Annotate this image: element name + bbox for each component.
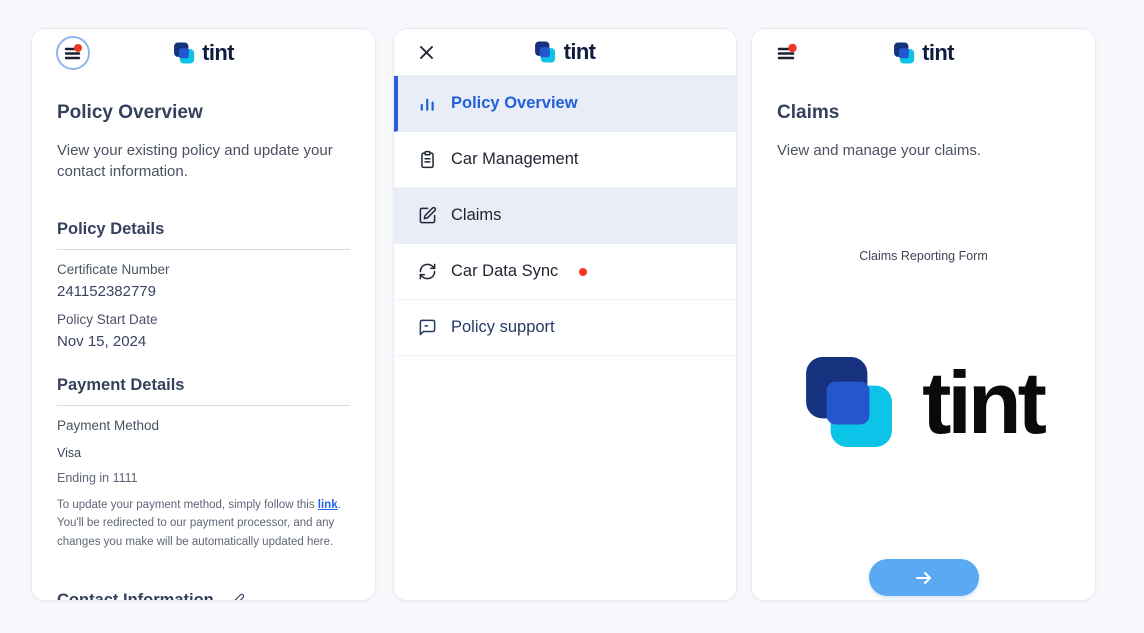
clipboard-icon xyxy=(418,150,437,169)
menu-item-label: Policy support xyxy=(451,318,555,337)
tint-logo-icon xyxy=(535,41,556,63)
page-title: Policy Overview xyxy=(57,102,350,124)
bar-chart-icon xyxy=(418,94,437,113)
sync-icon xyxy=(418,262,437,281)
claims-reporting-form-label: Claims Reporting Form xyxy=(777,249,1070,263)
payment-method-value: Visa xyxy=(57,446,350,460)
menu-item-label: Policy Overview xyxy=(451,94,578,113)
panel-header: tint xyxy=(752,29,1095,76)
field-label: Payment Method xyxy=(57,418,350,433)
navigation-menu-panel: tint Policy Overview Car Management xyxy=(393,28,737,601)
menu-item-label: Car Management xyxy=(451,150,578,169)
policy-details-section: Policy Details Certificate Number 241152… xyxy=(57,220,350,350)
menu-button[interactable] xyxy=(776,43,798,63)
field-value: 241152382779 xyxy=(57,283,350,300)
contact-information-section: Contact Information Host Name xyxy=(57,591,350,601)
field-value: Nov 15, 2024 xyxy=(57,333,350,350)
brand-wordmark: tint xyxy=(564,39,596,65)
payment-details-section: Payment Details Payment Method Visa Endi… xyxy=(57,376,350,552)
notification-dot xyxy=(579,268,587,276)
claims-panel: tint Claims View and manage your claims.… xyxy=(751,28,1096,601)
payment-note: To update your payment method, simply fo… xyxy=(57,496,350,552)
notification-dot xyxy=(74,44,82,52)
page-title: Claims xyxy=(777,102,1070,124)
divider xyxy=(57,405,350,406)
hamburger-icon xyxy=(776,43,798,63)
menu-item-car-management[interactable]: Car Management xyxy=(394,132,736,188)
menu-item-policy-overview[interactable]: Policy Overview xyxy=(394,76,736,132)
forward-arrow-icon xyxy=(914,570,934,586)
hamburger-icon xyxy=(63,43,83,63)
menu-item-policy-support[interactable]: Policy support xyxy=(394,300,736,356)
policy-overview-panel: tint Policy Overview View your existing … xyxy=(31,28,376,601)
page-subtitle: View and manage your claims. xyxy=(777,140,1070,161)
close-menu-button[interactable] xyxy=(418,44,435,61)
divider xyxy=(57,249,350,250)
field-label: Policy Start Date xyxy=(57,312,350,327)
edit-contact-button[interactable] xyxy=(229,593,245,601)
message-icon xyxy=(418,318,437,337)
payment-update-link[interactable]: link xyxy=(318,499,338,511)
panel-header: tint xyxy=(394,29,736,76)
tint-logo: tint xyxy=(893,40,954,66)
close-icon xyxy=(418,44,435,61)
menu-item-car-data-sync[interactable]: Car Data Sync xyxy=(394,244,736,300)
menu-item-label: Claims xyxy=(451,206,501,225)
tint-logo: tint xyxy=(173,40,234,66)
page-subtitle: View your existing policy and update you… xyxy=(57,140,350,183)
card-ending-value: Ending in 1111 xyxy=(57,471,350,485)
notification-dot xyxy=(788,43,796,51)
section-heading: Contact Information xyxy=(57,591,214,601)
section-heading: Policy Details xyxy=(57,220,350,239)
pencil-icon xyxy=(229,593,245,601)
note-text: To update your payment method, simply fo… xyxy=(57,499,318,511)
tint-logo-icon xyxy=(804,355,894,449)
square-pen-icon xyxy=(418,206,437,225)
menu-item-label: Car Data Sync xyxy=(451,262,558,281)
panel-header: tint xyxy=(32,29,375,76)
tint-logo: tint xyxy=(535,39,596,65)
next-button[interactable] xyxy=(869,559,979,596)
menu-item-claims[interactable]: Claims xyxy=(394,188,736,244)
menu-button[interactable] xyxy=(56,36,90,70)
menu-list: Policy Overview Car Management Claims xyxy=(394,76,736,356)
brand-wordmark: tint xyxy=(202,40,234,66)
tint-logo-large: tint xyxy=(777,355,1070,449)
brand-wordmark: tint xyxy=(922,40,954,66)
section-heading: Payment Details xyxy=(57,376,350,395)
tint-logo-icon xyxy=(893,42,914,64)
brand-wordmark-large: tint xyxy=(922,363,1043,442)
field-label: Certificate Number xyxy=(57,262,350,277)
tint-logo-icon xyxy=(173,42,194,64)
